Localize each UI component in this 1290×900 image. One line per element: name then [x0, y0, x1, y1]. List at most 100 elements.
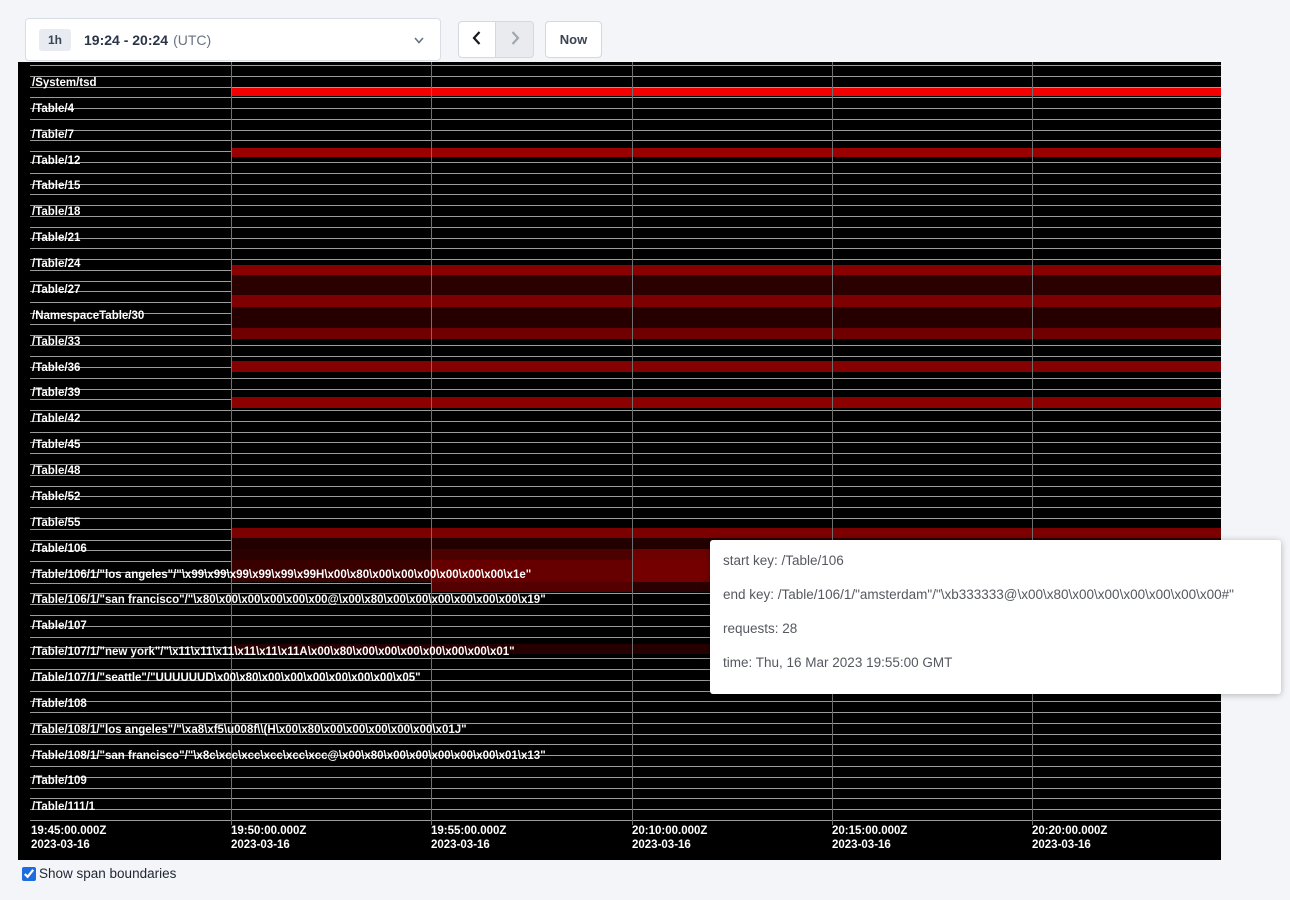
span-boundary-line: [30, 162, 1221, 163]
row-label: /Table/111/1: [32, 801, 95, 814]
x-axis-label: 20:20:00.000Z2023-03-16: [1032, 824, 1107, 852]
span-boundary-line: [30, 184, 1221, 185]
span-boundary-line: [30, 712, 1221, 713]
row-label: /Table/108/1/"san francisco"/"\x8c\xcc\x…: [32, 750, 546, 763]
row-label: /Table/4: [32, 103, 74, 116]
span-boundary-line: [30, 356, 1221, 357]
span-boundary-line: [30, 389, 1221, 390]
grid-line: [1032, 62, 1033, 825]
grid-line: [231, 62, 232, 825]
row-label: /Table/39: [32, 387, 80, 400]
show-span-boundaries-label: Show span boundaries: [39, 866, 176, 881]
key-visualizer-canvas[interactable]: 19:45:00.000Z2023-03-1619:50:00.000Z2023…: [18, 62, 1221, 860]
time-preset-badge: 1h: [39, 29, 71, 51]
span-boundary-line: [30, 130, 1221, 131]
chevron-down-icon: [412, 33, 426, 52]
grid-line: [431, 62, 432, 825]
span-boundary-line: [30, 248, 1221, 249]
span-tooltip: start key: /Table/106 end key: /Table/10…: [710, 540, 1281, 694]
row-label: /Table/15: [32, 180, 80, 193]
row-label: /Table/107/1/"seattle"/"UUUUUUD\x00\x80\…: [32, 672, 421, 685]
span-boundary-line: [30, 378, 1221, 379]
span-boundary-line: [30, 464, 1221, 465]
timezone-label: (UTC): [173, 32, 211, 48]
prev-time-button[interactable]: [458, 21, 496, 58]
heat-band: [231, 88, 1221, 96]
toolbar: 1h 19:24 - 20:24 (UTC) Now: [0, 0, 1290, 62]
heat-band: [231, 397, 1221, 408]
span-boundary-line: [30, 345, 1221, 346]
x-axis-label: 19:55:00.000Z2023-03-16: [431, 824, 506, 852]
span-boundary-line: [30, 421, 1221, 422]
row-label: /Table/55: [32, 517, 80, 530]
time-nav-group: [458, 21, 534, 58]
x-axis-label: 20:10:00.000Z2023-03-16: [632, 824, 707, 852]
heat-band: [231, 275, 1221, 295]
span-boundary-line: [30, 238, 1221, 239]
heat-band: [231, 307, 1221, 328]
span-boundary-line: [30, 76, 1221, 77]
row-label: /Table/48: [32, 465, 80, 478]
span-boundary-line: [30, 475, 1221, 476]
span-boundary-line: [30, 453, 1221, 454]
span-boundary-line: [30, 486, 1221, 487]
chevron-left-icon: [469, 29, 485, 50]
row-label: /Table/21: [32, 232, 80, 245]
heat-band: [231, 528, 1221, 538]
span-boundary-line: [30, 442, 1221, 443]
span-boundary-line: [30, 259, 1221, 260]
x-axis-label: 20:15:00.000Z2023-03-16: [832, 824, 907, 852]
chevron-right-icon: [507, 29, 523, 50]
span-boundary-line: [30, 432, 1221, 433]
span-boundary-line: [30, 140, 1221, 141]
span-boundary-line: [30, 809, 1221, 810]
span-boundary-line: [30, 507, 1221, 508]
row-label: /Table/45: [32, 439, 80, 452]
heat-band: [231, 328, 1221, 339]
heat-band: [231, 295, 1221, 307]
span-boundary-line: [30, 97, 1221, 98]
span-boundary-line: [30, 65, 1221, 66]
heat-band: [431, 582, 632, 592]
span-boundary-line: [30, 496, 1221, 497]
row-label: /Table/107: [32, 620, 87, 633]
row-label: /NamespaceTable/30: [32, 310, 144, 323]
time-range-label: 19:24 - 20:24: [84, 32, 168, 48]
heat-band: [231, 148, 1221, 157]
row-label: /System/tsd: [32, 77, 97, 90]
span-boundary-line: [30, 216, 1221, 217]
span-boundary-line: [30, 227, 1221, 228]
row-label: /Table/42: [32, 413, 80, 426]
row-label: /Table/24: [32, 258, 80, 271]
heat-band: [231, 361, 1221, 372]
next-time-button[interactable]: [496, 21, 534, 58]
row-label: /Table/27: [32, 284, 80, 297]
now-button[interactable]: Now: [545, 21, 602, 58]
span-boundary-line: [30, 744, 1221, 745]
row-label: /Table/108: [32, 698, 87, 711]
tooltip-end-key: end key: /Table/106/1/"amsterdam"/"\xb33…: [723, 587, 1268, 603]
heat-band: [431, 549, 632, 560]
row-label: /Table/106/1/"san francisco"/"\x80\x00\x…: [32, 594, 546, 607]
row-label: /Table/106: [32, 543, 87, 556]
span-boundary-line: [30, 701, 1221, 702]
span-boundary-line: [30, 205, 1221, 206]
span-boundary-line: [30, 119, 1221, 120]
span-boundary-line: [30, 798, 1221, 799]
row-label: /Table/12: [32, 155, 80, 168]
row-label: /Table/33: [32, 336, 80, 349]
time-range-selector[interactable]: 1h 19:24 - 20:24 (UTC): [25, 18, 441, 61]
row-label: /Table/106/1/"los angeles"/"\x99\x99\x99…: [32, 569, 531, 582]
row-label: /Table/108/1/"los angeles"/"\xa8\xf5\u00…: [32, 724, 467, 737]
row-label: /Table/36: [32, 362, 80, 375]
grid-line: [632, 62, 633, 825]
span-boundary-line: [30, 108, 1221, 109]
heat-band: [231, 265, 1221, 275]
tooltip-time: time: Thu, 16 Mar 2023 19:55:00 GMT: [723, 655, 1268, 671]
row-label: /Table/109: [32, 775, 87, 788]
span-boundary-line: [30, 518, 1221, 519]
span-boundary-line: [30, 194, 1221, 195]
show-span-boundaries-checkbox[interactable]: [22, 867, 36, 881]
span-boundary-line: [30, 766, 1221, 767]
span-boundary-line: [30, 788, 1221, 789]
